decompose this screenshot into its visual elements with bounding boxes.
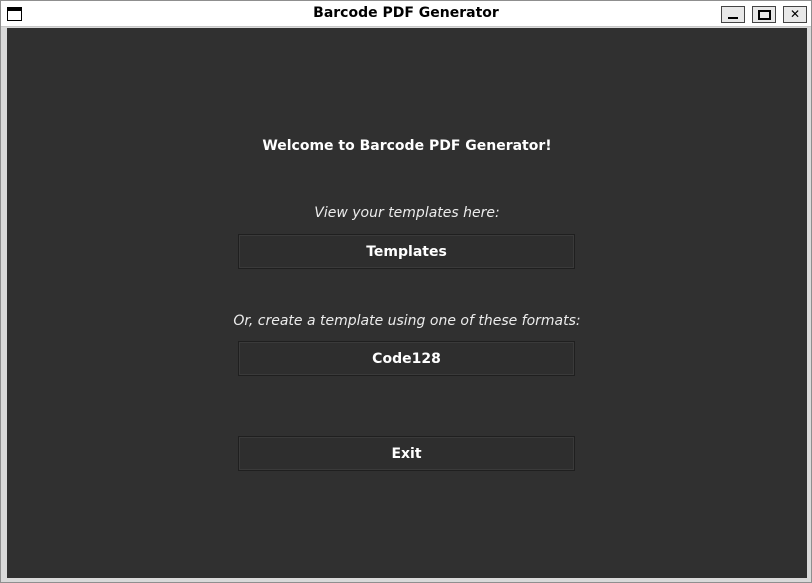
templates-hint: View your templates here: <box>314 205 500 221</box>
close-icon: ✕ <box>789 7 801 21</box>
window-title: Barcode PDF Generator <box>313 5 499 21</box>
code128-format-button[interactable]: Code128 <box>238 341 575 376</box>
exit-button-label: Exit <box>391 445 422 462</box>
main-panel: Welcome to Barcode PDF Generator! View y… <box>7 28 807 578</box>
templates-button[interactable]: Templates <box>238 234 575 269</box>
code128-format-label: Code128 <box>372 350 441 367</box>
minimize-button[interactable] <box>721 6 745 23</box>
exit-button[interactable]: Exit <box>238 436 575 471</box>
maximize-button[interactable] <box>752 6 776 23</box>
formats-hint: Or, create a template using one of these… <box>233 313 581 329</box>
app-window: Barcode PDF Generator ✕ Welcome to Barco… <box>0 0 812 583</box>
title-bar[interactable]: Barcode PDF Generator ✕ <box>1 1 811 27</box>
welcome-heading: Welcome to Barcode PDF Generator! <box>262 138 552 154</box>
minimize-icon <box>728 17 738 19</box>
templates-button-label: Templates <box>366 243 447 260</box>
close-button[interactable]: ✕ <box>783 6 807 23</box>
maximize-icon <box>758 10 771 20</box>
